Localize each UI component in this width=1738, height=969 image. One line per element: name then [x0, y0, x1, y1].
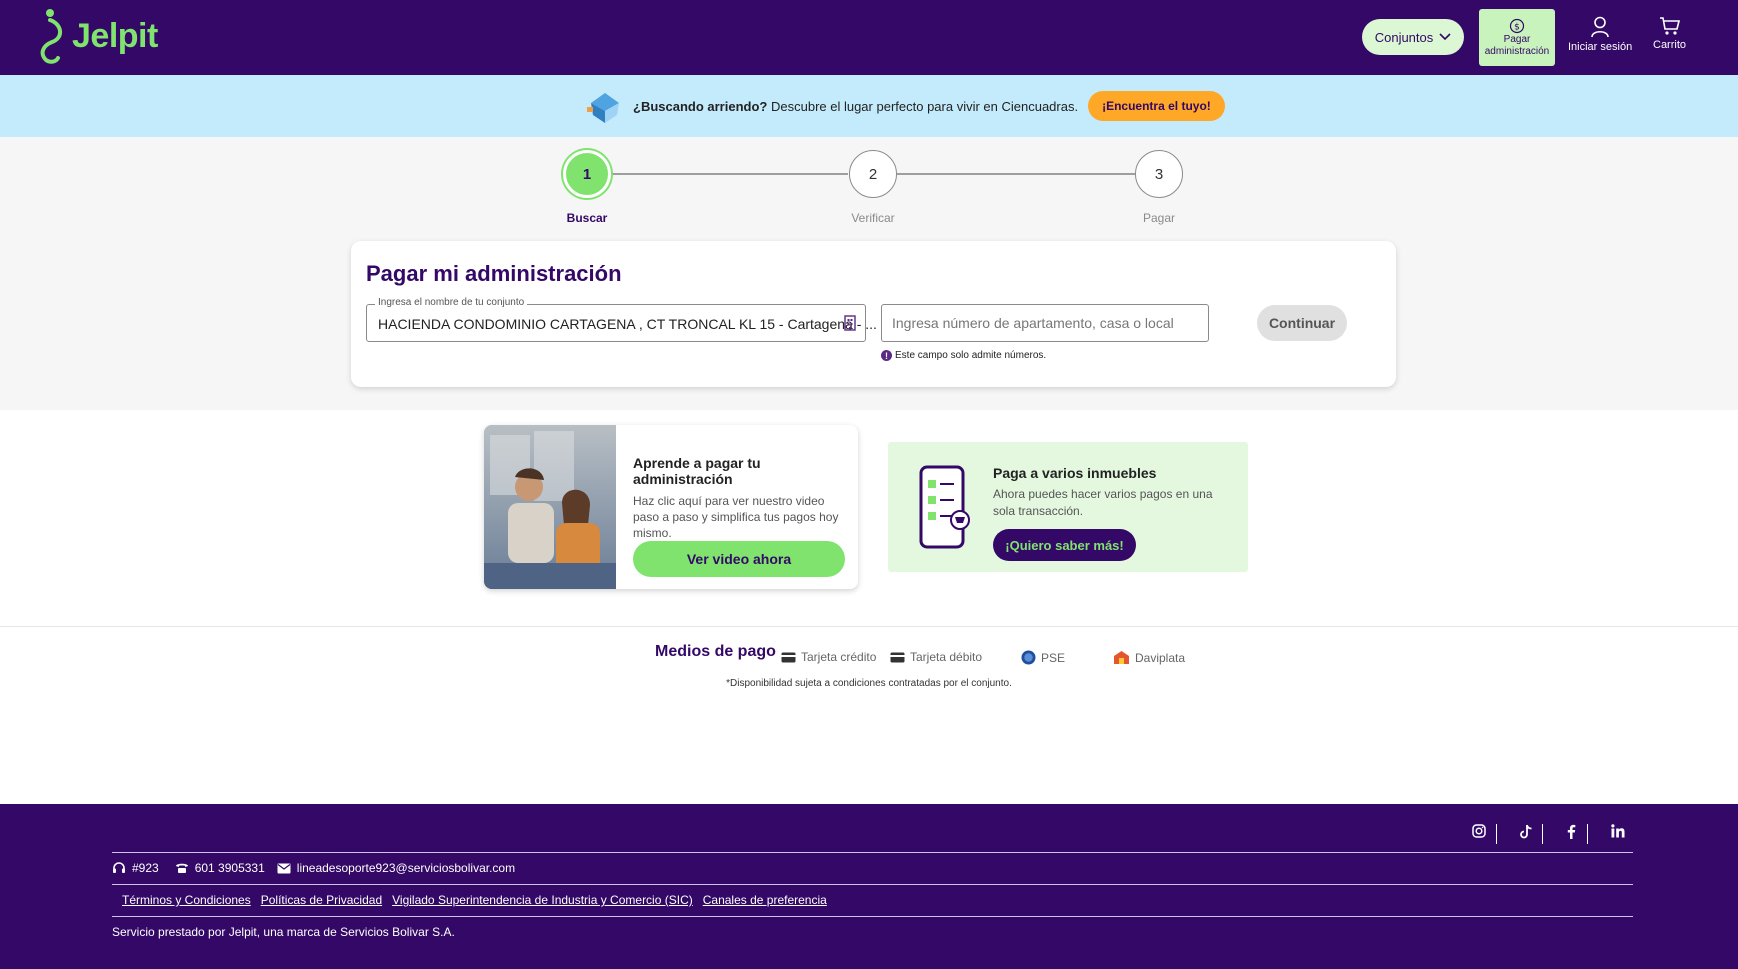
footer-contact: #923 601 3905331 lineadesoporte923@servi…: [112, 861, 515, 875]
privacy-link[interactable]: Políticas de Privacidad: [261, 893, 382, 907]
banner-bold-text: ¿Buscando arriendo?: [633, 98, 768, 114]
payment-method-credit-label: Tarjeta crédito: [801, 650, 877, 664]
watch-video-button[interactable]: Ver video ahora: [633, 541, 845, 577]
payment-methods-note: *Disponibilidad sujeta a condiciones con…: [726, 678, 1012, 689]
tiktok-icon[interactable]: [1519, 824, 1533, 839]
phone-checklist-icon: [919, 465, 970, 549]
step-connector-1: [611, 173, 848, 175]
promo-banner: ¿Buscando arriendo? Descubre el lugar pe…: [0, 75, 1738, 137]
couple-photo: [484, 425, 616, 589]
banner-text: ¿Buscando arriendo? Descubre el lugar pe…: [633, 99, 1078, 114]
multi-payment-promo-card: Paga a varios inmuebles Ahora puedes hac…: [888, 442, 1248, 572]
mail-icon: [277, 863, 291, 873]
cart-icon: [1659, 17, 1680, 35]
social-separator: [1542, 824, 1543, 844]
learn-more-button[interactable]: ¡Quiero saber más!: [993, 529, 1136, 561]
login-label: Iniciar sesión: [1568, 41, 1633, 53]
step-2-number: 2: [868, 165, 878, 183]
pagar-administracion-button[interactable]: $ Pagar administración: [1479, 9, 1555, 66]
payment-form-card: Pagar mi administración Ingresa el nombr…: [351, 241, 1396, 387]
footer: #923 601 3905331 lineadesoporte923@servi…: [0, 804, 1738, 969]
copyright-text: Servicio prestado por Jelpit, una marca …: [112, 925, 455, 939]
footer-divider-2: [112, 884, 1633, 885]
dollar-circle-icon: $: [1509, 18, 1525, 33]
payment-method-pse: PSE: [1021, 650, 1065, 665]
shortcode-text: #923: [132, 861, 159, 875]
multi-promo-title: Paga a varios inmuebles: [993, 465, 1157, 481]
step-3-number: 3: [1154, 165, 1164, 183]
payment-method-credit: Tarjeta crédito: [781, 650, 876, 664]
section-divider: [0, 626, 1738, 627]
cart-button[interactable]: Carrito: [1653, 16, 1686, 51]
video-promo-text: Haz clic aquí para ver nuestro video pas…: [633, 494, 839, 540]
payment-method-debit: Tarjeta débito: [890, 650, 982, 664]
logo-text: Jelpit: [72, 16, 158, 55]
conjunto-field-label: Ingresa el nombre de tu conjunto: [375, 297, 528, 308]
conjunto-search-field[interactable]: Ingresa el nombre de tu conjunto HACIEND…: [366, 297, 877, 342]
facebook-icon[interactable]: [1566, 824, 1576, 839]
jelpit-logo-icon: [40, 9, 62, 64]
daviplata-icon: [1114, 651, 1129, 664]
linkedin-icon[interactable]: [1611, 824, 1625, 838]
couple-photo-illustration: [484, 425, 616, 589]
jelpit-logo[interactable]: Jelpit: [36, 8, 158, 64]
phone-icon: [175, 863, 188, 873]
chevron-down-icon: [1439, 33, 1451, 41]
top-navbar: Jelpit Conjuntos $ Pagar administración …: [0, 0, 1738, 75]
payment-method-pse-label: PSE: [1041, 650, 1066, 665]
unit-number-input[interactable]: [881, 304, 1209, 342]
page-title: Pagar mi administración: [366, 261, 622, 286]
payment-methods-title: Medios de pago: [655, 643, 776, 660]
preferences-link[interactable]: Canales de preferencia: [703, 893, 827, 907]
pse-icon: [1021, 650, 1036, 665]
footer-divider-3: [112, 916, 1633, 917]
payment-method-debit-label: Tarjeta débito: [910, 650, 983, 664]
building-icon: [844, 315, 856, 331]
step-1-label: Buscar: [566, 211, 608, 225]
svg-text:$: $: [1514, 22, 1520, 32]
step-3-label: Pagar: [1142, 211, 1176, 225]
encuentra-button[interactable]: ¡Encuentra el tuyo!: [1088, 91, 1225, 121]
email-text: lineadesoporte923@serviciosbolivar.com: [296, 861, 516, 875]
info-icon: !: [881, 350, 892, 361]
step-2-circle: 2: [849, 150, 897, 198]
terms-link[interactable]: Términos y Condiciones: [122, 893, 251, 907]
footer-links: Términos y Condiciones Políticas de Priv…: [122, 893, 827, 907]
banner-desc-text: Descubre el lugar perfecto para vivir en…: [770, 98, 1079, 114]
debit-card-icon: [890, 652, 905, 662]
headset-icon: [113, 862, 125, 873]
payment-method-daviplata-label: Daviplata: [1135, 650, 1186, 665]
payment-method-daviplata: Daviplata: [1113, 650, 1185, 665]
step-1-number: 1: [582, 165, 592, 183]
credit-card-icon: [781, 652, 796, 662]
step-2-label: Verificar: [851, 211, 895, 225]
user-icon: [1591, 16, 1609, 38]
step-connector-2: [897, 173, 1135, 175]
pagar-label-line2: administración: [1484, 45, 1550, 57]
conjuntos-dropdown[interactable]: Conjuntos: [1362, 19, 1464, 55]
video-promo-title: Aprende a pagar tu administración: [633, 455, 761, 487]
hint-text: Este campo solo admite números.: [895, 350, 1047, 361]
house-3d-icon: [587, 93, 619, 123]
multi-promo-text: Ahora puedes hacer varios pagos en una s…: [993, 487, 1213, 518]
footer-divider-1: [112, 852, 1633, 853]
continue-button[interactable]: Continuar: [1257, 305, 1347, 341]
instagram-icon[interactable]: [1472, 824, 1486, 838]
pagar-label-line1: Pagar: [1503, 33, 1531, 45]
conjunto-field-value: HACIENDA CONDOMINIO CARTAGENA , CT TRONC…: [378, 316, 877, 332]
step-1-circle: 1: [563, 150, 611, 198]
phone-text: 601 3905331: [194, 861, 265, 875]
cart-label: Carrito: [1653, 39, 1687, 51]
sic-link[interactable]: Vigilado Superintendencia de Industria y…: [392, 893, 693, 907]
social-separator: [1587, 824, 1588, 844]
unit-field-hint: ! Este campo solo admite números.: [881, 350, 1046, 361]
video-promo-card[interactable]: Aprende a pagar tu administración Haz cl…: [484, 425, 858, 589]
login-button[interactable]: Iniciar sesión: [1568, 16, 1632, 53]
social-separator: [1496, 824, 1497, 844]
conjuntos-label: Conjuntos: [1374, 29, 1434, 45]
step-3-circle: 3: [1135, 150, 1183, 198]
